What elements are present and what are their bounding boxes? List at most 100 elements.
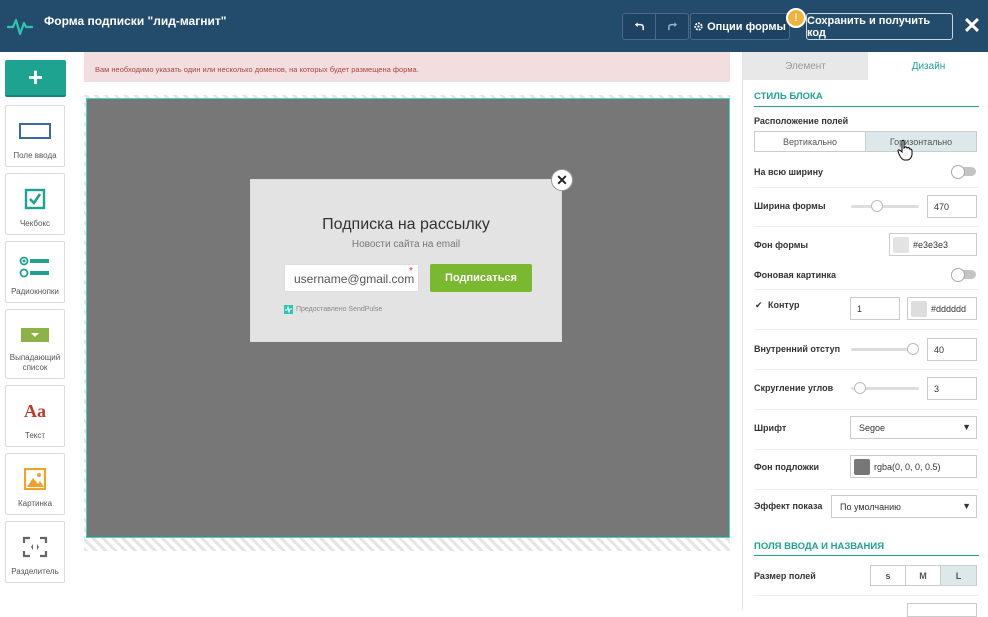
fields-section-title: ПОЛЯ ВВОДА И НАЗВАНИЯ: [754, 541, 885, 552]
form-options-button[interactable]: Опции формы: [690, 13, 790, 40]
chevron-down-icon: ▼: [962, 422, 971, 432]
element-toolbox: + Поле ввода Чекбокс Радиокнопки Выпадаю…: [0, 52, 72, 610]
overlay-bg-value: rgba(0, 0, 0, 0.5): [874, 461, 941, 472]
tool-radio-buttons[interactable]: Радиокнопки: [5, 241, 65, 303]
close-editor-icon[interactable]: ✕: [962, 14, 982, 38]
row-separator: [754, 226, 979, 227]
gear-icon: [694, 22, 703, 31]
layout-horizontal-option[interactable]: Горизонтально: [865, 131, 977, 152]
padding-slider[interactable]: [851, 343, 919, 355]
tab-element[interactable]: Элемент: [743, 52, 868, 80]
tool-input-field[interactable]: Поле ввода: [5, 105, 65, 167]
color-swatch[interactable]: [893, 236, 909, 253]
tool-label: Разделитель: [11, 567, 59, 576]
top-bar: Форма подписки "лид-магнит" Опции формы …: [0, 0, 988, 52]
redo-icon: [667, 22, 677, 31]
field-layout-label: Расположение полей: [754, 116, 849, 126]
tool-label: Радиокнопки: [11, 287, 59, 296]
undo-button[interactable]: [622, 13, 656, 40]
full-width-label: На всю ширину: [754, 167, 824, 177]
field-size-m[interactable]: M: [905, 565, 941, 586]
tool-text[interactable]: Aa Текст: [5, 385, 65, 447]
domain-alert: Вам необходимо указать один или нескольк…: [84, 52, 730, 82]
text-icon-glyph: Aa: [24, 400, 46, 421]
image-icon: [6, 466, 64, 492]
text-icon: Aa: [6, 398, 64, 424]
radius-label: Скругление углов: [754, 383, 834, 393]
tool-label: Чекбокс: [19, 219, 51, 228]
border-label: Контур: [768, 300, 800, 310]
font-value: Segoe: [859, 423, 886, 433]
subscription-popup[interactable]: Подписка на рассылку Новости сайта на em…: [250, 179, 562, 342]
border-color-value: #dddddd: [931, 303, 967, 314]
form-width-slider[interactable]: [851, 200, 919, 212]
form-width-input[interactable]: 470: [927, 195, 977, 218]
bg-image-toggle[interactable]: [951, 268, 976, 282]
subscribe-button[interactable]: Подписаться: [430, 264, 532, 292]
overlay-bg-color-input[interactable]: rgba(0, 0, 0, 0.5): [850, 455, 977, 478]
layout-vertical-option[interactable]: Вертикально: [754, 131, 866, 152]
bg-image-label: Фоновая картинка: [754, 270, 837, 280]
warning-glyph: !: [794, 12, 798, 24]
powered-by[interactable]: Предоставлено SendPulse: [284, 305, 382, 314]
padding-input[interactable]: 40: [927, 338, 977, 361]
tool-label: Поле ввода: [13, 151, 57, 160]
form-title: Форма подписки "лид-магнит": [44, 14, 227, 28]
tool-dropdown[interactable]: Выпадающий список: [5, 309, 65, 379]
radius-slider[interactable]: [851, 382, 919, 394]
tab-design[interactable]: Дизайн: [868, 52, 988, 80]
field-size-s[interactable]: s: [870, 565, 906, 586]
email-field[interactable]: username@gmail.com: [284, 264, 419, 292]
settings-panel: Элемент Дизайн СТИЛЬ БЛОКА Расположение …: [742, 52, 988, 617]
slider-knob[interactable]: [907, 343, 919, 355]
add-element-button[interactable]: +: [5, 60, 66, 97]
font-select[interactable]: Segoe ▼: [850, 416, 977, 439]
save-and-get-code-button[interactable]: Сохранить и получить код: [806, 13, 953, 40]
row-separator: [754, 289, 979, 290]
row-separator: [754, 187, 979, 188]
required-mark: *: [409, 266, 413, 277]
full-width-toggle[interactable]: [951, 165, 976, 179]
padding-label: Внутренний отступ: [754, 344, 841, 354]
popup-title[interactable]: Подписка на рассылку: [251, 216, 561, 234]
color-swatch[interactable]: [854, 458, 870, 475]
tool-divider[interactable]: Разделитель: [5, 521, 65, 583]
form-bg-color-input[interactable]: #e3e3e3: [889, 233, 977, 256]
sendpulse-small-icon: [284, 305, 293, 314]
row-separator: [754, 489, 979, 490]
form-width-label: Ширина формы: [754, 201, 826, 211]
row-separator: [754, 595, 979, 596]
effect-select[interactable]: По умолчанию ▼: [831, 495, 977, 518]
slider-knob[interactable]: [871, 200, 883, 212]
overlay-bg-label: Фон подложки: [754, 462, 820, 472]
tool-checkbox[interactable]: Чекбокс: [5, 173, 65, 235]
tool-label: Выпадающий список: [9, 353, 61, 372]
radius-input[interactable]: 3: [927, 377, 977, 400]
slider-knob[interactable]: [854, 382, 866, 394]
popup-subtitle[interactable]: Новости сайта на email: [251, 239, 561, 250]
color-swatch[interactable]: [911, 300, 927, 317]
powered-by-text: Предоставлено SendPulse: [296, 306, 383, 313]
form-bg-label: Фон формы: [754, 240, 809, 250]
tool-image[interactable]: Картинка: [5, 453, 65, 515]
sendpulse-logo-icon: [6, 18, 34, 36]
border-color-input[interactable]: #dddddd: [907, 297, 977, 320]
divider-icon: [6, 534, 64, 560]
effect-label: Эффект показа: [754, 501, 823, 511]
tool-label: Текст: [24, 431, 46, 440]
checkbox-icon: [6, 186, 64, 212]
next-row-input[interactable]: [907, 603, 977, 617]
border-width-input[interactable]: 1: [850, 297, 900, 320]
block-style-title: СТИЛЬ БЛОКА: [754, 91, 823, 102]
border-checkbox[interactable]: ✔: [755, 301, 764, 310]
form-options-label: Опции формы: [707, 20, 786, 33]
section-divider: [754, 555, 979, 556]
popup-close-icon[interactable]: ✕: [551, 169, 573, 191]
redo-button[interactable]: [655, 13, 689, 40]
field-size-l[interactable]: L: [940, 565, 977, 586]
warning-icon[interactable]: !: [786, 8, 806, 28]
font-label: Шрифт: [754, 423, 787, 433]
row-separator: [754, 329, 979, 330]
dropdown-icon: [6, 322, 64, 348]
chevron-down-icon: ▼: [962, 501, 971, 511]
